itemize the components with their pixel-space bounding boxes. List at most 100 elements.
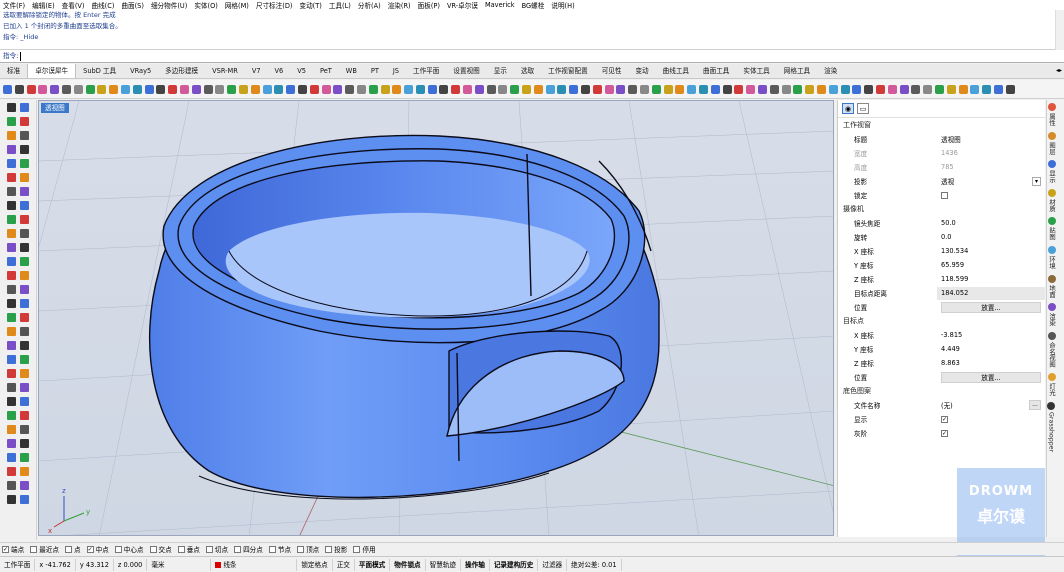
toolbar-tool-icon[interactable] bbox=[451, 84, 461, 94]
toolbar-tool-icon[interactable] bbox=[816, 84, 826, 94]
osnap-option[interactable]: ✓ 中点 bbox=[86, 544, 109, 554]
toolbar-tool-icon[interactable] bbox=[722, 84, 732, 94]
toolbar-tab[interactable]: 渲染 bbox=[817, 65, 844, 78]
toolbar-tool-icon[interactable] bbox=[262, 84, 272, 94]
place-button[interactable]: 放置... bbox=[941, 301, 1041, 313]
toolbar-tab[interactable]: 设置视图 bbox=[446, 65, 486, 78]
toolbar-tab[interactable]: 卓尔谟犀牛 bbox=[27, 64, 77, 78]
camera-icon[interactable]: ◉ bbox=[842, 103, 854, 114]
toolbar-tool-icon[interactable] bbox=[333, 84, 343, 94]
toolbar-tool-icon[interactable] bbox=[14, 84, 24, 94]
toolbar-tool-icon[interactable] bbox=[923, 84, 933, 94]
tool-icon[interactable] bbox=[20, 410, 29, 420]
tool-icon[interactable] bbox=[7, 102, 16, 112]
toolbar-tool-icon[interactable] bbox=[215, 84, 225, 94]
toolbar-tab[interactable]: VSR-MR bbox=[205, 65, 245, 78]
tool-icon[interactable] bbox=[7, 340, 16, 350]
side-tab[interactable]: 灯光 bbox=[1047, 370, 1056, 399]
toolbar-tab[interactable]: VRay5 bbox=[123, 65, 158, 78]
tool-icon[interactable] bbox=[7, 144, 16, 154]
toolbar-tool-icon[interactable] bbox=[356, 84, 366, 94]
browse-button[interactable]: ... bbox=[1029, 400, 1041, 410]
toolbar-tool-icon[interactable] bbox=[368, 84, 378, 94]
toolbar-tab[interactable]: WB bbox=[339, 65, 364, 78]
toolbar-tool-icon[interactable] bbox=[274, 84, 284, 94]
tool-icon[interactable] bbox=[20, 158, 29, 168]
toolbar-tab[interactable]: 工作视窗配置 bbox=[541, 65, 595, 78]
tool-icon[interactable] bbox=[7, 424, 16, 434]
menu-item[interactable]: 面板(P) bbox=[418, 0, 440, 10]
toolbar-tool-icon[interactable] bbox=[168, 84, 178, 94]
tool-icon[interactable] bbox=[20, 396, 29, 406]
toolbar-tool-icon[interactable] bbox=[651, 84, 661, 94]
toolbar-tool-icon[interactable] bbox=[899, 84, 909, 94]
tool-icon[interactable] bbox=[20, 186, 29, 196]
toolbar-tab[interactable]: 多边形建模 bbox=[158, 65, 205, 78]
tool-icon[interactable] bbox=[7, 214, 16, 224]
toolbar-tool-icon[interactable] bbox=[604, 84, 614, 94]
status-toggle[interactable]: 记录建构历史 bbox=[490, 558, 539, 571]
toolbar-tool-icon[interactable] bbox=[687, 84, 697, 94]
toolbar-tab[interactable]: PT bbox=[364, 65, 386, 78]
property-value[interactable]: 透视 ▾ bbox=[937, 175, 1045, 188]
property-value[interactable]: 0.0 bbox=[937, 231, 1045, 244]
osnap-checkbox[interactable]: ✓ bbox=[86, 545, 94, 553]
property-value[interactable]: 透视图 bbox=[937, 133, 1045, 146]
toolbar-tab[interactable]: 可见性 bbox=[595, 65, 629, 78]
osnap-option[interactable]: 最近点 bbox=[30, 544, 59, 554]
toolbar-tab[interactable]: 曲面工具 bbox=[696, 65, 736, 78]
tool-icon[interactable] bbox=[7, 480, 16, 490]
toolbar-tool-icon[interactable] bbox=[309, 84, 319, 94]
menu-item[interactable]: BG螺栓 bbox=[522, 0, 545, 10]
history-scrollbar[interactable] bbox=[1055, 10, 1064, 50]
toolbar-tool-icon[interactable] bbox=[533, 84, 543, 94]
place-button[interactable]: 放置... bbox=[941, 371, 1041, 383]
toolbar-tool-icon[interactable] bbox=[61, 84, 71, 94]
toolbar-tool-icon[interactable] bbox=[522, 84, 532, 94]
toolbar-tool-icon[interactable] bbox=[120, 84, 130, 94]
tool-icon[interactable] bbox=[20, 368, 29, 378]
tool-icon[interactable] bbox=[7, 284, 16, 294]
menu-item[interactable]: VR-卓尔谟 bbox=[447, 0, 478, 10]
toolbar-tab[interactable]: 实体工具 bbox=[736, 65, 776, 78]
toolbar-tab[interactable]: V6 bbox=[268, 65, 291, 78]
toolbar-tool-icon[interactable] bbox=[38, 84, 48, 94]
toolbar-tool-icon[interactable] bbox=[946, 84, 956, 94]
toolbar-tab[interactable]: 曲线工具 bbox=[656, 65, 696, 78]
tool-icon[interactable] bbox=[20, 284, 29, 294]
tool-icon[interactable] bbox=[7, 466, 16, 476]
menu-item[interactable]: 尺寸标注(D) bbox=[256, 0, 293, 10]
toolbar-tool-icon[interactable] bbox=[993, 84, 1003, 94]
tool-icon[interactable] bbox=[7, 396, 16, 406]
tool-icon[interactable] bbox=[20, 102, 29, 112]
tool-icon[interactable] bbox=[7, 130, 16, 140]
tool-icon[interactable] bbox=[20, 312, 29, 322]
toolbar-tab[interactable]: 选取 bbox=[514, 65, 541, 78]
toolbar-tool-icon[interactable] bbox=[569, 84, 579, 94]
toolbar-tool-icon[interactable] bbox=[415, 84, 425, 94]
property-value[interactable]: 118.599 bbox=[937, 273, 1045, 286]
menu-item[interactable]: 编辑(E) bbox=[32, 0, 55, 10]
tool-icon[interactable] bbox=[20, 298, 29, 308]
toolbar-tab[interactable]: JS bbox=[386, 65, 406, 78]
property-value[interactable]: 65.959 bbox=[937, 259, 1045, 272]
osnap-option[interactable]: ✓ 端点 bbox=[2, 544, 24, 554]
toolbar-tool-icon[interactable] bbox=[286, 84, 296, 94]
side-tab[interactable]: 贴图 bbox=[1047, 214, 1056, 243]
tabs-overflow-icon[interactable]: ◂▸ bbox=[1056, 67, 1062, 74]
toolbar-tool-icon[interactable] bbox=[191, 84, 201, 94]
osnap-checkbox[interactable] bbox=[268, 545, 276, 553]
tool-icon[interactable] bbox=[20, 130, 29, 140]
toolbar-tool-icon[interactable] bbox=[404, 84, 414, 94]
property-value[interactable]: 50.0 bbox=[937, 217, 1045, 230]
status-toggle[interactable]: 过滤器 bbox=[538, 558, 568, 571]
toolbar-tool-icon[interactable] bbox=[710, 84, 720, 94]
tool-icon[interactable] bbox=[7, 452, 16, 462]
tool-icon[interactable] bbox=[20, 242, 29, 252]
toolbar-tool-icon[interactable] bbox=[427, 84, 437, 94]
property-value[interactable]: (无)... bbox=[937, 399, 1045, 412]
tool-icon[interactable] bbox=[20, 200, 29, 210]
toolbar-tool-icon[interactable] bbox=[85, 84, 95, 94]
property-value[interactable]: ✓ bbox=[937, 413, 1045, 426]
toolbar-tool-icon[interactable] bbox=[958, 84, 968, 94]
